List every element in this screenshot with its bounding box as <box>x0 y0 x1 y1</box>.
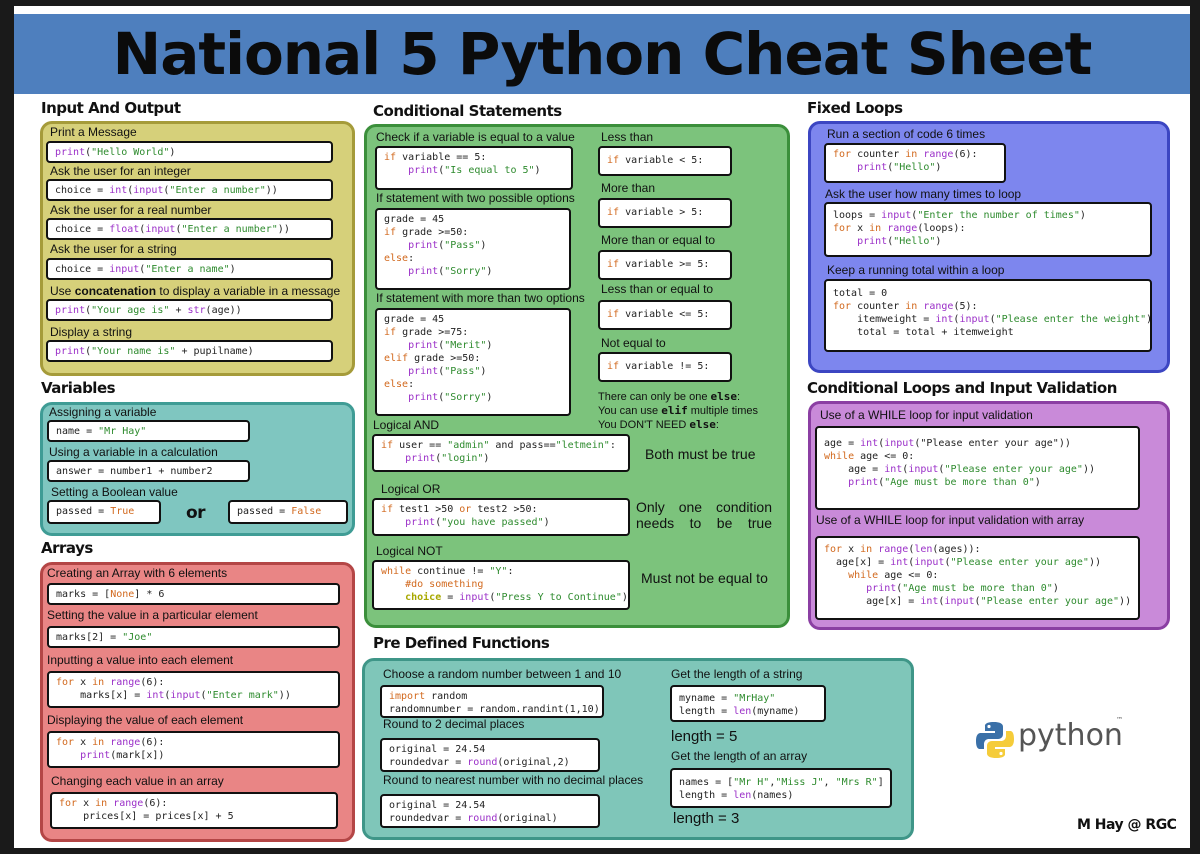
else-note: There can only be one else: You can use … <box>598 390 758 431</box>
io-code-3: choice = float(input("Enter a number")) <box>46 218 333 240</box>
fn-round0-label: Round to nearest number with no decimal … <box>383 773 644 787</box>
cond-and-code: if user == "admin" and pass=="letmein": … <box>372 434 630 472</box>
cond-equal-code: if variable == 5: print("Is equal to 5") <box>375 146 573 190</box>
cond-two-code: grade = 45 if grade >=50: print("Pass") … <box>375 208 571 290</box>
cond-more-label: If statement with more than two options <box>376 291 585 305</box>
io-code-5: print("Your age is" + str(age)) <box>46 299 333 321</box>
io-heading: Input And Output <box>41 99 181 117</box>
page-title: National 5 Python Cheat Sheet <box>112 20 1093 88</box>
cond-and-desc: Both must be true <box>645 446 756 462</box>
cmp-moreeq-label: More than or equal to <box>601 233 716 247</box>
cond-not-label: Logical NOT <box>376 544 443 558</box>
python-logo: python ™ <box>976 714 1126 764</box>
fn-arrlen-code: names = ["Mr H","Miss J", "Mrs R"] lengt… <box>670 768 892 808</box>
cond-loops-heading: Conditional Loops and Input Validation <box>807 379 1117 397</box>
fn-arrlen-label: Get the length of an array <box>671 749 808 763</box>
fn-strlen-label: Get the length of a string <box>671 667 803 681</box>
python-wordmark: python <box>1018 718 1123 753</box>
io-label-1: Print a Message <box>50 125 137 139</box>
variables-heading: Variables <box>41 379 116 397</box>
cond-or-label: Logical OR <box>381 482 441 496</box>
io-label-6: Display a string <box>50 325 133 339</box>
cl-while-label: Use of a WHILE loop for input validation <box>820 408 1033 422</box>
fn-strlen-result: length = 5 <box>671 728 738 745</box>
fl-total-code: total = 0 for counter in range(5): itemw… <box>824 279 1152 352</box>
var-bool-label: Setting a Boolean value <box>51 485 178 499</box>
cond-equal-label: Check if a variable is equal to a value <box>376 130 575 144</box>
cmp-noteq-label: Not equal to <box>601 336 666 350</box>
arr-label-5: Changing each value in an array <box>51 774 224 788</box>
author-credit: M Hay @ RGC <box>1077 817 1177 833</box>
fl-run-label: Run a section of code 6 times <box>827 127 986 141</box>
python-snake-icon <box>976 722 1014 758</box>
python-tm: ™ <box>1116 716 1123 724</box>
cmp-more-code: if variable > 5: <box>598 198 732 228</box>
var-calc-code: answer = number1 + number2 <box>47 460 250 482</box>
conditional-heading: Conditional Statements <box>373 102 562 120</box>
fl-run-code: for counter in range(6): print("Hello") <box>824 143 1006 183</box>
arr-label-2: Setting the value in a particular elemen… <box>47 608 258 622</box>
io-label-5: Use concatenation to display a variable … <box>50 284 341 298</box>
fl-ask-label: Ask the user how many times to loop <box>825 187 1022 201</box>
cond-or-code: if test1 >50 or test2 >50: print("you ha… <box>372 498 630 536</box>
cmp-lesseq-code: if variable <= 5: <box>598 300 732 330</box>
cheat-sheet: National 5 Python Cheat Sheet Input And … <box>14 6 1190 848</box>
arr-label-1: Creating an Array with 6 elements <box>47 566 228 580</box>
fn-random-code: import random randomnumber = random.rand… <box>380 685 604 718</box>
cmp-noteq-code: if variable != 5: <box>598 352 732 382</box>
functions-heading: Pre Defined Functions <box>373 634 550 652</box>
arr-label-4: Displaying the value of each element <box>47 713 244 727</box>
cmp-less-code: if variable < 5: <box>598 146 732 176</box>
io-label-4: Ask the user for a string <box>50 242 177 256</box>
var-assign-code: name = "Mr Hay" <box>47 420 250 442</box>
io-label-2: Ask the user for an integer <box>50 164 191 178</box>
arr-code-4: for x in range(6): print(mark[x]) <box>47 731 340 768</box>
fl-total-label: Keep a running total within a loop <box>827 263 1005 277</box>
cmp-lesseq-label: Less than or equal to <box>601 282 714 296</box>
cl-array-code: for x in range(len(ages)): age[x] = int(… <box>815 536 1140 620</box>
io-code-1: print("Hello World") <box>46 141 333 163</box>
cl-while-code: age = int(input("Please enter your age")… <box>815 426 1140 510</box>
cond-not-desc: Must not be equal to <box>641 570 768 586</box>
title-banner: National 5 Python Cheat Sheet <box>14 14 1190 94</box>
arr-code-3: for x in range(6): marks[x] = int(input(… <box>47 671 340 708</box>
fn-strlen-code: myname = "MrHay" length = len(myname) <box>670 685 826 722</box>
var-or-text: or <box>186 503 206 523</box>
fn-random-label: Choose a random number between 1 and 10 <box>383 667 622 681</box>
fn-round2-code: original = 24.54 roundedvar = round(orig… <box>380 738 600 772</box>
var-bool-false: passed = False <box>228 500 348 524</box>
arr-code-5: for x in range(6): prices[x] = prices[x]… <box>50 792 338 829</box>
cond-more-code: grade = 45 if grade >=75: print("Merit")… <box>375 308 571 416</box>
fn-round2-label: Round to 2 decimal places <box>383 717 525 731</box>
fl-ask-code: loops = input("Enter the number of times… <box>824 202 1152 257</box>
cond-and-label: Logical AND <box>373 418 440 432</box>
fn-arrlen-result: length = 3 <box>673 810 740 827</box>
var-calc-label: Using a variable in a calculation <box>49 445 218 459</box>
io-label-3: Ask the user for a real number <box>50 203 212 217</box>
cmp-less-label: Less than <box>601 130 654 144</box>
fn-round0-code: original = 24.54 roundedvar = round(orig… <box>380 794 600 828</box>
cl-array-label: Use of a WHILE loop for input validation… <box>816 513 1085 527</box>
cond-not-code: while continue != "Y": #do something cho… <box>372 560 630 610</box>
var-assign-label: Assigning a variable <box>49 405 157 419</box>
arr-code-2: marks[2] = "Joe" <box>47 626 340 648</box>
io-code-4: choice = input("Enter a name") <box>46 258 333 280</box>
arrays-heading: Arrays <box>41 539 93 557</box>
arr-code-1: marks = [None] * 6 <box>47 583 340 605</box>
arr-label-3: Inputting a value into each element <box>47 653 234 667</box>
io-code-2: choice = int(input("Enter a number")) <box>46 179 333 201</box>
cmp-more-label: More than <box>601 181 656 195</box>
var-bool-true: passed = True <box>47 500 161 524</box>
io-code-6: print("Your name is" + pupilname) <box>46 340 333 362</box>
cond-two-label: If statement with two possible options <box>376 191 575 205</box>
cond-or-desc: Only one condition needs to be true <box>636 499 772 531</box>
cmp-moreeq-code: if variable >= 5: <box>598 250 732 280</box>
page: National 5 Python Cheat Sheet Input And … <box>0 0 1200 854</box>
fixed-loops-heading: Fixed Loops <box>807 99 903 117</box>
